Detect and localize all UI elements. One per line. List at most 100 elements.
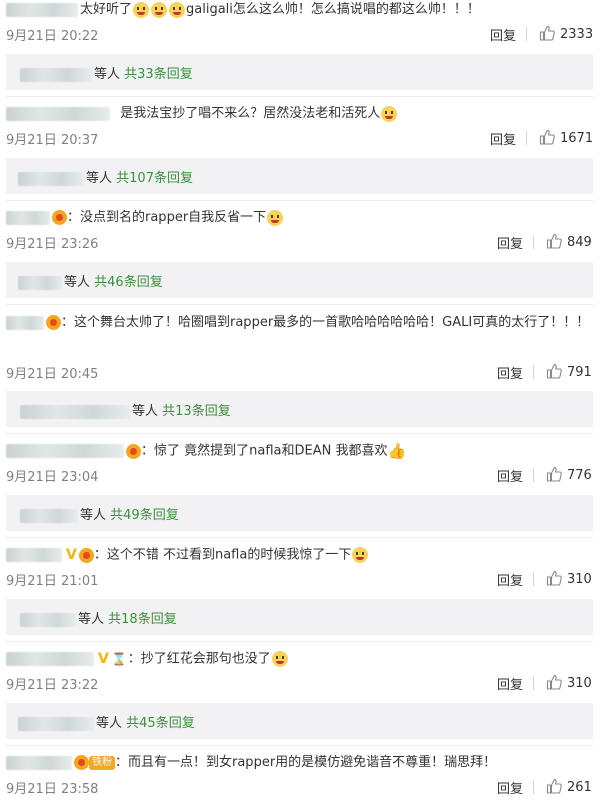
sub-replies-who: 等人 [96, 716, 123, 731]
comment-meta: 9月21日 20:22 回复 2333 [6, 25, 602, 44]
comment-text-part: ：这个不错 不过看到nafla的时候我惊了一下 [93, 547, 352, 563]
laughing-emoji-icon [352, 547, 369, 563]
vip-badge-icon [46, 315, 61, 330]
comment-meta: 9月21日 23:26 回复 849 [6, 233, 602, 252]
username-blurred[interactable] [6, 548, 62, 562]
reply-button[interactable]: 回复 [490, 25, 516, 44]
divider [6, 96, 593, 97]
username-blurred[interactable] [6, 652, 94, 666]
divider [6, 537, 593, 538]
divider [533, 365, 534, 379]
reply-button[interactable]: 回复 [490, 129, 516, 148]
comment-date: 9月21日 20:37 [6, 133, 99, 148]
like-count: 261 [567, 780, 592, 795]
username-blurred[interactable] [6, 106, 110, 121]
username-blurred[interactable] [6, 210, 50, 225]
thumb-up-icon [546, 570, 562, 586]
like-count: 310 [567, 572, 592, 587]
reply-button[interactable]: 回复 [497, 570, 523, 589]
sub-replies-bar[interactable]: 等人 共46条回复 [6, 262, 593, 298]
comment-text: ：这个舞台太帅了！哈圈唱到rapper最多的一首歌哈哈哈哈哈哈！GALI可真的太… [6, 310, 594, 336]
username-blurred[interactable] [6, 444, 124, 458]
sub-replies-count[interactable]: 共18条回复 [108, 612, 177, 627]
dog-emoji-icon [381, 105, 398, 122]
divider [533, 780, 534, 794]
comment-text: 铁粉 ：而且有一点！到女rapper用的是模仿避免谐音不尊重！瑞思拜！ [6, 754, 594, 772]
comment-text: V ⌛：抄了红花会那句也没了 [6, 650, 594, 669]
like-count: 310 [567, 676, 592, 691]
thumb-up-icon [539, 25, 555, 41]
comment-text-part: ：这个舞台太帅了！哈圈唱到rapper最多的一首歌哈哈哈哈哈哈！GALI可真的太… [61, 315, 590, 330]
comment-text: V ：这个不错 不过看到nafla的时候我惊了一下 [6, 546, 594, 565]
sub-replies-count[interactable]: 共107条回复 [116, 171, 193, 186]
sub-replies-bar[interactable]: 等人 共107条回复 [6, 158, 593, 194]
like-button[interactable]: 310 [546, 674, 592, 691]
verified-v-icon: V [66, 547, 77, 563]
like-button[interactable]: 776 [546, 466, 592, 483]
fan-badge: 铁粉 [89, 755, 115, 770]
verified-v-icon: V [98, 651, 109, 667]
thumb-up-icon [546, 466, 562, 482]
vip-badge-icon [126, 443, 141, 459]
replier-blurred [20, 612, 76, 627]
comment-text-part: ：抄了红花会那句也没了 [127, 651, 271, 667]
username-blurred[interactable] [6, 755, 72, 770]
sub-replies-bar[interactable]: 等人 共13条回复 [6, 391, 593, 427]
comment-text-part: 太好听了 [80, 2, 133, 17]
like-button[interactable]: 1671 [539, 129, 593, 146]
sub-replies-who: 等人 [94, 67, 121, 82]
thumb-up-icon [546, 778, 562, 794]
like-count: 2333 [560, 27, 594, 42]
sub-replies-who: 等人 [132, 404, 159, 419]
username-blurred[interactable] [6, 2, 78, 17]
sub-replies-count[interactable]: 共13条回复 [162, 404, 231, 419]
sub-replies-who: 等人 [78, 612, 105, 627]
thumb-up-icon [546, 363, 562, 379]
like-button[interactable]: 261 [546, 778, 592, 795]
crying-emoji-icon [133, 1, 150, 18]
divider [533, 676, 534, 690]
reply-button[interactable]: 回复 [497, 674, 523, 693]
sub-replies-who: 等人 [80, 508, 107, 523]
replier-blurred [18, 171, 84, 186]
like-button[interactable]: 791 [546, 363, 592, 380]
divider [6, 433, 593, 434]
sub-replies-bar[interactable]: 等人 共33条回复 [6, 54, 593, 90]
sub-replies-bar[interactable]: 等人 共45条回复 [6, 703, 593, 739]
reply-button[interactable]: 回复 [497, 233, 523, 252]
divider [6, 745, 593, 746]
divider [526, 131, 527, 145]
sub-replies-bar[interactable]: 等人 共49条回复 [6, 495, 593, 531]
vip-badge-icon [78, 547, 94, 563]
reply-button[interactable]: 回复 [497, 363, 523, 382]
sub-replies-bar[interactable]: 等人 共18条回复 [6, 599, 593, 635]
comment-date: 9月21日 23:04 [6, 470, 99, 485]
sub-replies-count[interactable]: 共49条回复 [110, 508, 179, 523]
vip-badge-icon [52, 210, 67, 225]
username-blurred[interactable] [6, 315, 44, 330]
thumb-up-icon [539, 129, 555, 145]
sub-replies-count[interactable]: 共46条回复 [94, 275, 163, 290]
comment-text: ：惊了 竟然提到了nafla和DEAN 我都喜欢👍 [6, 442, 594, 461]
like-button[interactable]: 2333 [539, 25, 593, 42]
like-count: 791 [567, 365, 592, 380]
sub-replies-who: 等人 [64, 275, 91, 290]
sub-replies-count[interactable]: 共45条回复 [126, 716, 195, 731]
divider [526, 27, 527, 41]
replier-blurred [20, 67, 92, 82]
divider [533, 235, 534, 249]
sub-replies-who: 等人 [86, 171, 113, 186]
reply-button[interactable]: 回复 [497, 778, 523, 797]
comment-date: 9月21日 23:58 [6, 782, 99, 797]
thumb-up-icon [546, 674, 562, 690]
dog-emoji-icon [271, 651, 288, 667]
like-button[interactable]: 849 [546, 233, 592, 250]
comment-date: 9月21日 20:45 [6, 367, 99, 382]
reply-button[interactable]: 回复 [497, 466, 523, 485]
comment-text-part: ：没点到名的rapper自我反省一下 [67, 210, 267, 225]
like-count: 1671 [560, 131, 594, 146]
divider [533, 572, 534, 586]
like-button[interactable]: 310 [546, 570, 592, 587]
sub-replies-count[interactable]: 共33条回复 [124, 67, 193, 82]
comment-meta: 9月21日 23:04 回复 776 [6, 466, 602, 485]
